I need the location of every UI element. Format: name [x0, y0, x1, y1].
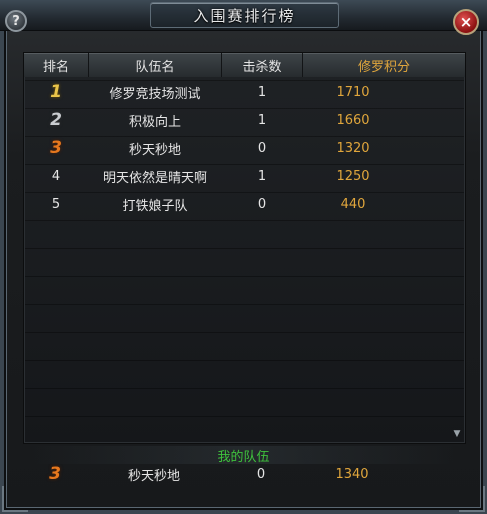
points-value: 1660	[336, 112, 370, 128]
rank-medal-2: 2	[50, 110, 62, 130]
help-button[interactable]: ?	[5, 10, 27, 32]
points-value: 1710	[336, 84, 370, 100]
kill-count: 0	[257, 196, 267, 212]
my-rank-medal: 3	[49, 464, 61, 484]
points-value: 1320	[336, 140, 370, 156]
rank-number: 5	[51, 196, 61, 212]
kill-count: 1	[257, 168, 267, 184]
team-name: 打铁娘子队	[122, 198, 188, 214]
kill-count: 0	[257, 140, 267, 156]
scroll-down-icon[interactable]: ▼	[451, 428, 463, 440]
close-button[interactable]: ×	[453, 9, 479, 35]
team-name: 积极向上	[128, 114, 181, 130]
kill-count: 1	[257, 84, 267, 100]
rank-medal-1: 1	[50, 82, 62, 102]
points-value: 440	[340, 196, 366, 212]
header-kills: 击杀数	[222, 53, 303, 77]
header-team: 队伍名	[89, 53, 222, 77]
title-bar: 入围赛排行榜	[0, 0, 487, 31]
close-icon: ×	[459, 13, 473, 31]
window-title: 入围赛排行榜	[193, 6, 296, 25]
team-name: 修罗竞技场测试	[109, 86, 201, 102]
my-team-name: 秒天秒地	[127, 468, 180, 484]
header-rank: 排名	[24, 53, 89, 77]
scrollbar[interactable]	[451, 52, 463, 442]
rank-medal-3: 3	[50, 138, 62, 158]
team-name: 明天依然是晴天啊	[102, 170, 207, 186]
corner-ornament-left	[2, 486, 28, 512]
points-value: 1250	[336, 168, 370, 184]
kill-count: 1	[257, 112, 267, 128]
question-mark-icon: ?	[12, 13, 20, 29]
my-kill-count: 0	[256, 466, 266, 482]
rank-number: 4	[51, 168, 61, 184]
team-name: 秒天秒地	[128, 142, 181, 158]
corner-ornament-right	[459, 486, 485, 512]
title-plate: 入围赛排行榜	[150, 2, 339, 28]
leaderboard-table: 排名 队伍名 击杀数 修罗积分 1 修罗竞技场测试 1 1710 2 积极向上 …	[23, 52, 466, 444]
header-points: 修罗积分	[303, 53, 465, 77]
my-points-value: 1340	[335, 466, 369, 482]
